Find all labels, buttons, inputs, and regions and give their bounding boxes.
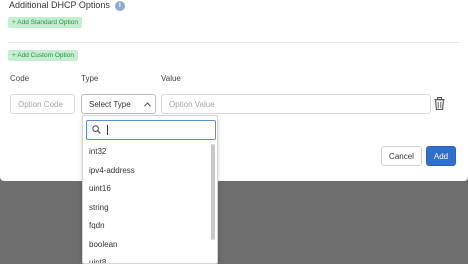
column-label-code: Code bbox=[10, 74, 30, 83]
column-label-type: Type bbox=[81, 74, 99, 83]
type-select[interactable]: Select Type bbox=[81, 94, 156, 114]
type-option[interactable]: boolean bbox=[83, 236, 211, 255]
divider bbox=[8, 42, 460, 43]
option-code-placeholder: Option Code bbox=[18, 99, 63, 109]
type-option[interactable]: int32 bbox=[83, 143, 211, 162]
option-value-placeholder: Option Value bbox=[169, 99, 215, 109]
section-header: Additional DHCP Options i bbox=[9, 0, 125, 11]
dhcp-options-dialog: Additional DHCP Options i + Add Standard… bbox=[0, 0, 468, 181]
trash-icon[interactable] bbox=[434, 97, 445, 110]
section-title: Additional DHCP Options bbox=[9, 0, 110, 10]
type-search-input[interactable] bbox=[86, 120, 216, 140]
type-option[interactable]: uint8 bbox=[83, 254, 211, 263]
type-options-list: int32 ipv4-address uint16 string fqdn boolean… bbox=[83, 143, 211, 263]
dropdown-scrollbar[interactable] bbox=[211, 144, 215, 240]
add-custom-option-button[interactable]: + Add Custom Option bbox=[8, 50, 78, 61]
type-option[interactable]: fqdn bbox=[83, 217, 211, 236]
option-value-input[interactable]: Option Value bbox=[161, 94, 431, 114]
search-icon bbox=[92, 121, 101, 139]
type-dropdown-menu: int32 ipv4-address uint16 string fqdn boolean… bbox=[82, 115, 218, 264]
cancel-button[interactable]: Cancel bbox=[381, 146, 422, 166]
type-option[interactable]: ipv4-address bbox=[83, 162, 211, 181]
chevron-up-icon bbox=[139, 95, 155, 113]
column-label-value: Value bbox=[161, 74, 181, 83]
add-button[interactable]: Add bbox=[426, 146, 456, 166]
add-standard-option-button[interactable]: + Add Standard Option bbox=[8, 17, 82, 28]
type-option[interactable]: string bbox=[83, 199, 211, 218]
text-cursor bbox=[107, 125, 108, 135]
type-option[interactable]: uint16 bbox=[83, 180, 211, 199]
type-select-value: Select Type bbox=[89, 99, 131, 109]
info-icon[interactable]: i bbox=[114, 0, 125, 11]
option-code-input[interactable]: Option Code bbox=[10, 94, 75, 114]
